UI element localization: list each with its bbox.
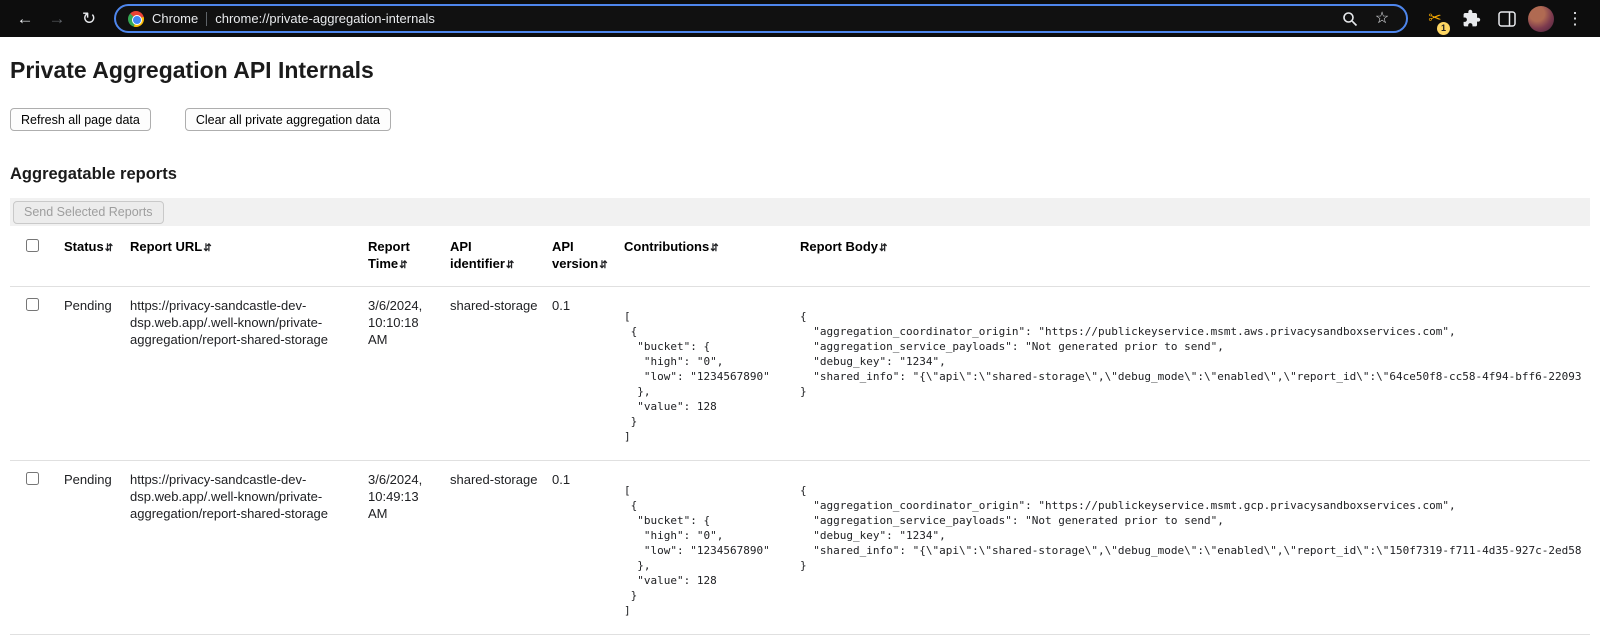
report-body-json: { "aggregation_coordinator_origin": "htt… — [800, 483, 1582, 573]
sort-icon: ⇵ — [879, 243, 887, 254]
header-label: Report URL — [130, 239, 202, 254]
address-bar[interactable]: Chrome chrome://private-aggregation-inte… — [114, 4, 1408, 33]
header-label: API identifier — [450, 239, 505, 271]
header-report-url[interactable]: Report URL⇵ — [124, 226, 362, 287]
back-button[interactable]: ← — [10, 4, 40, 34]
select-all-checkbox[interactable] — [26, 239, 39, 252]
row-checkbox[interactable] — [26, 472, 39, 485]
sort-icon: ⇵ — [399, 260, 407, 271]
toolbar-right-icons: ✂ 1 ⋮ — [1420, 4, 1590, 34]
sort-icon: ⇵ — [203, 243, 211, 254]
cell-report-time: 3/6/2024, 10:49:13 AM — [362, 461, 444, 635]
clear-all-button[interactable]: Clear all private aggregation data — [185, 108, 391, 131]
cell-contributions: [ { "bucket": { "high": "0", "low": "123… — [618, 461, 794, 635]
extensions-puzzle-icon[interactable] — [1456, 4, 1486, 34]
cell-report-body: { "aggregation_coordinator_origin": "htt… — [794, 287, 1590, 461]
cell-report-url: https://privacy-sandcastle-dev-dsp.web.a… — [124, 461, 362, 635]
extension-action-icon[interactable]: ✂ 1 — [1420, 4, 1450, 34]
header-report-time[interactable]: Report Time⇵ — [362, 226, 444, 287]
cell-contributions: [ { "bucket": { "high": "0", "low": "123… — [618, 287, 794, 461]
page-actions: Refresh all page data Clear all private … — [10, 108, 1590, 131]
table-row: Pending https://privacy-sandcastle-dev-d… — [10, 287, 1590, 461]
cell-api-version: 0.1 — [546, 287, 618, 461]
sort-icon: ⇵ — [599, 260, 607, 271]
profile-avatar[interactable] — [1528, 6, 1554, 32]
header-label: Report Body — [800, 239, 878, 254]
reload-button[interactable]: ↻ — [74, 4, 104, 34]
reports-toolbar: Send Selected Reports — [10, 198, 1590, 226]
cell-report-time: 3/6/2024, 10:10:18 AM — [362, 287, 444, 461]
side-panel-icon[interactable] — [1492, 4, 1522, 34]
header-label: API version — [552, 239, 598, 271]
send-selected-reports-button[interactable]: Send Selected Reports — [13, 201, 164, 224]
header-api-version[interactable]: API version⇵ — [546, 226, 618, 287]
contributions-json: [ { "bucket": { "high": "0", "low": "123… — [624, 483, 786, 618]
report-body-json: { "aggregation_coordinator_origin": "htt… — [800, 309, 1582, 399]
omnibox-url-text[interactable]: chrome://private-aggregation-internals — [215, 11, 435, 26]
zoom-icon[interactable] — [1338, 7, 1362, 31]
cell-report-url: https://privacy-sandcastle-dev-dsp.web.a… — [124, 287, 362, 461]
page-title: Private Aggregation API Internals — [10, 57, 1590, 84]
header-label: Contributions — [624, 239, 709, 254]
header-checkbox-cell — [10, 226, 58, 287]
table-header-row: Status⇵ Report URL⇵ Report Time⇵ API ide… — [10, 226, 1590, 287]
cell-status: Pending — [58, 461, 124, 635]
reports-table: Status⇵ Report URL⇵ Report Time⇵ API ide… — [10, 226, 1590, 635]
cell-api-version: 0.1 — [546, 461, 618, 635]
header-status[interactable]: Status⇵ — [58, 226, 124, 287]
header-label: Status — [64, 239, 104, 254]
omnibox-divider — [206, 12, 207, 26]
sort-icon: ⇵ — [105, 243, 113, 254]
extension-badge: 1 — [1437, 22, 1450, 35]
menu-kebab-icon[interactable]: ⋮ — [1560, 4, 1590, 34]
header-contributions[interactable]: Contributions⇵ — [618, 226, 794, 287]
cell-api-identifier: shared-storage — [444, 461, 546, 635]
page-content: Private Aggregation API Internals Refres… — [0, 37, 1600, 635]
cell-checkbox — [10, 461, 58, 635]
browser-toolbar: ← → ↻ Chrome chrome://private-aggregatio… — [0, 0, 1600, 37]
cell-report-body: { "aggregation_coordinator_origin": "htt… — [794, 461, 1590, 635]
omnibox-product-label: Chrome — [152, 11, 198, 26]
chrome-logo-icon — [128, 11, 144, 27]
cell-checkbox — [10, 287, 58, 461]
sort-icon: ⇵ — [710, 243, 718, 254]
row-checkbox[interactable] — [26, 298, 39, 311]
cell-status: Pending — [58, 287, 124, 461]
section-title: Aggregatable reports — [10, 165, 1590, 184]
table-row: Pending https://privacy-sandcastle-dev-d… — [10, 461, 1590, 635]
header-api-identifier[interactable]: API identifier⇵ — [444, 226, 546, 287]
bookmark-star-icon[interactable]: ☆ — [1370, 7, 1394, 31]
forward-button[interactable]: → — [42, 4, 72, 34]
header-report-body[interactable]: Report Body⇵ — [794, 226, 1590, 287]
cell-api-identifier: shared-storage — [444, 287, 546, 461]
sort-icon: ⇵ — [506, 260, 514, 271]
contributions-json: [ { "bucket": { "high": "0", "low": "123… — [624, 309, 786, 444]
refresh-all-button[interactable]: Refresh all page data — [10, 108, 151, 131]
